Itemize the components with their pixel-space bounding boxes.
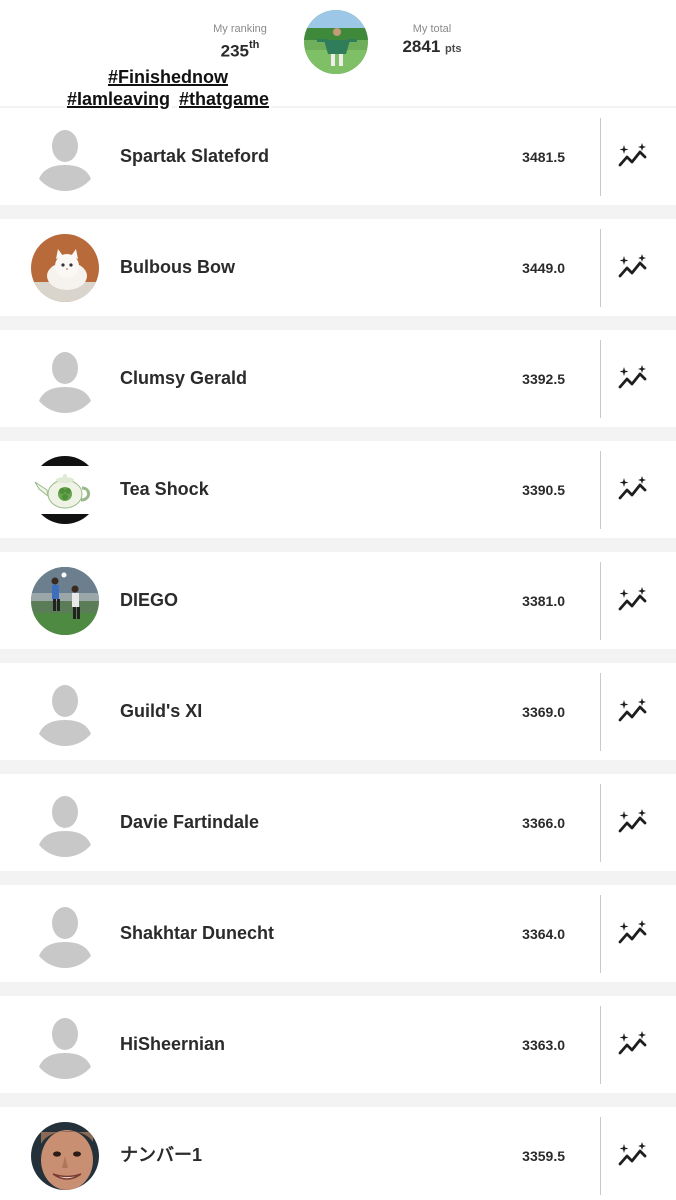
row-divider [600, 673, 601, 751]
leaderboard-row[interactable]: ナンバー1 3359.5 [0, 1107, 676, 1200]
team-score: 3449.0 [522, 260, 565, 276]
chart-sparkle-icon[interactable] [616, 586, 650, 616]
team-name[interactable]: Davie Fartindale [120, 811, 259, 833]
team-score: 3363.0 [522, 1037, 565, 1053]
row-divider [600, 229, 601, 307]
my-total-label: My total [412, 23, 452, 35]
row-divider [600, 340, 601, 418]
team-name[interactable]: ナンバー1 [120, 1144, 202, 1166]
my-ranking: My ranking 235th [200, 22, 280, 63]
hashtag-iamleaving: #Iamleaving [64, 89, 172, 109]
my-ranking-label: My ranking [213, 23, 267, 35]
row-divider [600, 562, 601, 640]
team-name[interactable]: Clumsy Gerald [120, 367, 247, 389]
team-name[interactable]: Bulbous Bow [120, 256, 235, 278]
leaderboard-row[interactable]: Tea Shock 3390.5 [0, 441, 676, 538]
team-name[interactable]: DIEGO [120, 589, 178, 611]
row-divider [600, 895, 601, 973]
row-divider [600, 1117, 601, 1195]
leaderboard-row[interactable]: DIEGO 3381.0 [0, 552, 676, 649]
hashtag-finishednow: #Finishednow [105, 67, 230, 87]
teapot-photo-avatar[interactable] [31, 456, 99, 524]
leaderboard-row[interactable]: Clumsy Gerald 3392.5 [0, 330, 676, 427]
leaderboard-page: Spartak Slateford 3481.5 Bulbous Bow 3449.0… [0, 0, 676, 1200]
default-avatar-icon[interactable] [31, 678, 99, 746]
team-name[interactable]: HiSheernian [120, 1033, 225, 1055]
total-number: 2841 [402, 37, 441, 56]
leaderboard-row[interactable]: Davie Fartindale 3366.0 [0, 774, 676, 871]
row-divider [600, 784, 601, 862]
team-name[interactable]: Spartak Slateford [120, 145, 269, 167]
team-score: 3366.0 [522, 815, 565, 831]
my-total-value: 2841 pts [394, 36, 470, 60]
chart-sparkle-icon[interactable] [616, 253, 650, 283]
cat-photo-avatar[interactable] [31, 234, 99, 302]
default-avatar-icon[interactable] [31, 1011, 99, 1079]
chart-sparkle-icon[interactable] [616, 1141, 650, 1171]
header: My ranking 235th My total 2841 pts #Fini… [0, 0, 676, 109]
leaderboard-row[interactable]: HiSheernian 3363.0 [0, 996, 676, 1093]
hashtag-overlay: #Finishednow #Iamleaving #thatgame [48, 66, 288, 110]
team-score: 3364.0 [522, 926, 565, 942]
team-score: 3359.5 [522, 1148, 565, 1164]
team-name[interactable]: Tea Shock [120, 478, 209, 500]
leaderboard-row[interactable]: Shakhtar Dunecht 3364.0 [0, 885, 676, 982]
my-avatar[interactable] [304, 10, 368, 74]
football-photo-avatar[interactable] [31, 567, 99, 635]
default-avatar-icon[interactable] [31, 789, 99, 857]
my-total: My total 2841 pts [394, 22, 470, 60]
chart-sparkle-icon[interactable] [616, 364, 650, 394]
chart-sparkle-icon[interactable] [616, 919, 650, 949]
team-score: 3381.0 [522, 593, 565, 609]
row-divider [600, 118, 601, 196]
team-score: 3392.5 [522, 371, 565, 387]
hashtag-thatgame: #thatgame [177, 89, 272, 109]
chart-sparkle-icon[interactable] [616, 697, 650, 727]
team-name[interactable]: Shakhtar Dunecht [120, 922, 274, 944]
team-score: 3390.5 [522, 482, 565, 498]
row-divider [600, 1006, 601, 1084]
row-divider [600, 451, 601, 529]
team-score: 3369.0 [522, 704, 565, 720]
default-avatar-icon[interactable] [31, 345, 99, 413]
team-score: 3481.5 [522, 149, 565, 165]
team-name[interactable]: Guild's XI [120, 700, 202, 722]
ranking-suffix: th [248, 39, 260, 51]
leaderboard-row[interactable]: Guild's XI 3369.0 [0, 663, 676, 760]
default-avatar-icon[interactable] [31, 900, 99, 968]
face-photo-avatar[interactable] [31, 1122, 99, 1190]
ranking-number: 235 [220, 41, 249, 61]
default-avatar-icon[interactable] [31, 123, 99, 191]
leaderboard-row[interactable]: Spartak Slateford 3481.5 [0, 108, 676, 205]
total-unit: pts [445, 43, 462, 55]
chart-sparkle-icon[interactable] [616, 475, 650, 505]
leaderboard-row[interactable]: Bulbous Bow 3449.0 [0, 219, 676, 316]
chart-sparkle-icon[interactable] [616, 808, 650, 838]
my-ranking-value: 235th [200, 36, 280, 63]
chart-sparkle-icon[interactable] [616, 142, 650, 172]
chart-sparkle-icon[interactable] [616, 1030, 650, 1060]
